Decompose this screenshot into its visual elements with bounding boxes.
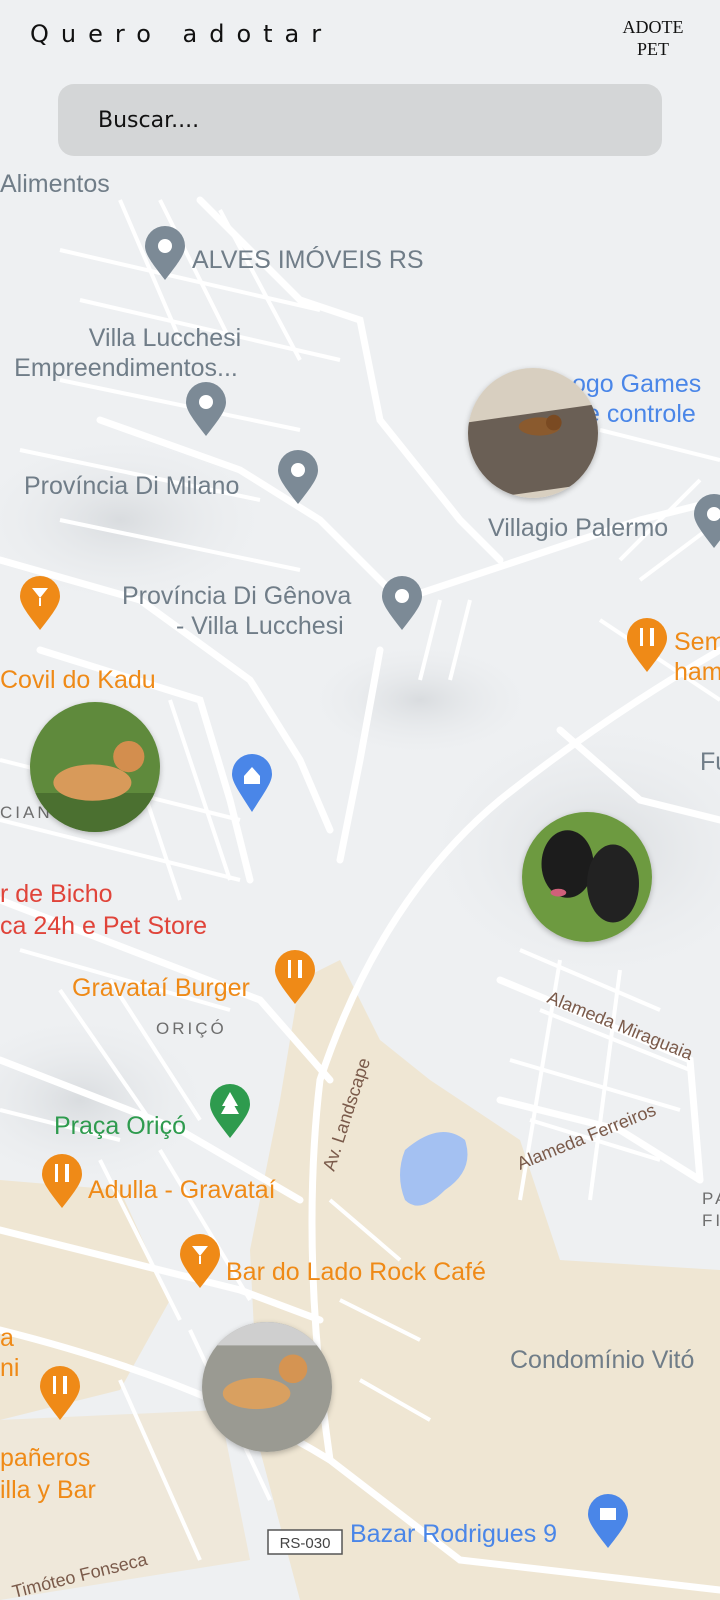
map-label: Adulla - Gravataí [88,1176,276,1204]
map-label: Alimentos [0,170,110,198]
map-label: - Villa Lucchesi [176,612,344,640]
pet-marker[interactable] [30,702,160,832]
map-label: FI [702,1211,720,1230]
brand-logo[interactable]: ADOTE PET [608,16,698,60]
map-label: pañeros [0,1444,90,1472]
map-label: ca 24h e Pet Store [0,912,207,940]
map-label: Praça Oriçó [54,1112,186,1140]
map-label: e controle [586,400,696,428]
search-bar[interactable] [58,84,662,156]
map-label: r de Bicho [0,880,113,908]
map-label: Sem [674,628,720,656]
pet-marker[interactable] [202,1322,332,1452]
map-label: ogo Games [572,370,701,398]
map-label: Covil do Kadu [0,666,156,694]
brand-line: ADOTE [622,17,684,37]
map-label: Villa Lucchesi [89,324,241,352]
pet-marker[interactable] [522,812,652,942]
map-label: Gravataí Burger [72,974,250,1002]
map-label: a [0,1324,14,1352]
brand-line: PET [636,39,669,59]
pet-marker[interactable] [468,368,598,498]
map-label: Condomínio Vitó [510,1346,694,1374]
route-shield: RS-030 [280,1535,331,1552]
search-input[interactable] [96,106,662,134]
map-label: Empreendimentos... [14,354,238,382]
dog-photo [468,368,598,498]
page-title: Quero adotar [30,20,334,48]
cat-photo [30,702,160,832]
map-label: ni [0,1354,19,1382]
map-label: PA [702,1189,720,1208]
dogs-photo [522,812,652,942]
map-label: Villagio Palermo [488,514,668,542]
map-label: illa y Bar [0,1476,96,1504]
map-label: Bar do Lado Rock Café [226,1258,486,1286]
map-label: Fu [700,748,720,776]
map-label: Bazar Rodrigues 9 [350,1520,557,1548]
map-label: Província Di Gênova [122,582,351,610]
cat-photo [202,1322,332,1452]
map-label: ORIÇÓ [156,1019,227,1038]
map-label: ALVES IMÓVEIS RS [192,245,424,274]
map-label: ham [674,658,720,686]
map-label: Província Di Milano [24,472,239,500]
